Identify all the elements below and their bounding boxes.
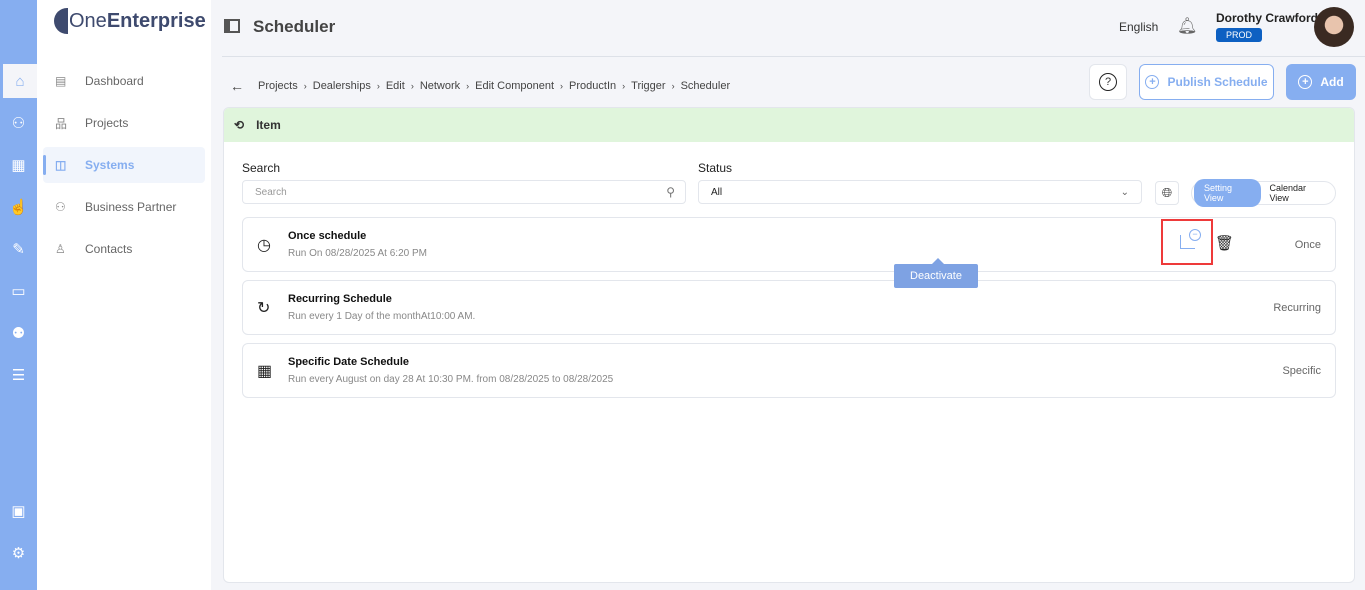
timezone-globe-button[interactable]: 🌐︎: [1155, 181, 1179, 205]
schedule-name: Once schedule: [288, 230, 366, 242]
search-icon: ⚲: [666, 185, 675, 199]
systems-icon: ◫: [55, 158, 71, 172]
search-input[interactable]: Search ⚲: [242, 180, 686, 204]
calendar-view-tab[interactable]: Calendar View: [1261, 179, 1333, 207]
breadcrumb-item[interactable]: Trigger: [631, 80, 665, 92]
sidebar-item-label: Projects: [85, 116, 128, 130]
sidebar-item-systems[interactable]: ◫ Systems: [43, 147, 205, 183]
calendar-icon: ▦: [257, 361, 272, 381]
sidebar-item-dashboard[interactable]: ▤ Dashboard: [43, 63, 205, 99]
recurring-icon: ↻: [257, 298, 270, 318]
monitor-icon[interactable]: ▭: [0, 274, 37, 308]
schedule-description: Run On 08/28/2025 At 6:20 PM: [288, 248, 427, 259]
schedule-row[interactable]: ↻ Recurring Schedule Run every 1 Day of …: [242, 280, 1336, 335]
add-label: Add: [1320, 75, 1343, 89]
logo-text-bold: Enterprise: [107, 10, 206, 33]
sidebar-item-business-partner[interactable]: ⚇ Business Partner: [43, 189, 205, 225]
apps-icon[interactable]: ▣: [0, 494, 37, 528]
touch-icon[interactable]: ☝: [0, 190, 37, 224]
deactivate-icon[interactable]: [1180, 235, 1195, 249]
card-title: Item: [256, 118, 281, 132]
breadcrumb: ← Projects› Dealerships› Edit› Network› …: [230, 78, 730, 94]
schedule-type: Specific: [1282, 365, 1321, 377]
partners-icon: ⚇: [55, 200, 71, 214]
status-label: Status: [698, 161, 732, 175]
top-header: Scheduler English 🔔︎ Dorothy Crawford PR…: [222, 0, 1365, 57]
schedule-type: Recurring: [1273, 302, 1321, 314]
sidebar-item-label: Dashboard: [85, 74, 144, 88]
trash-icon[interactable]: 🗑︎: [1215, 234, 1234, 252]
sidebar: OneEnterprise ▤ Dashboard 品 Projects ◫ Syst…: [37, 0, 211, 590]
help-button[interactable]: ?: [1089, 64, 1127, 100]
breadcrumb-item[interactable]: Projects: [258, 80, 298, 92]
sidebar-item-label: Systems: [85, 158, 134, 172]
scheduler-card: ⟲ Item Search Search ⚲ Status All ⌄ 🌐︎ Sett…: [223, 107, 1355, 583]
help-icon: ?: [1099, 73, 1117, 91]
breadcrumb-item[interactable]: Edit Component: [475, 80, 554, 92]
status-value: All: [711, 187, 722, 198]
bell-icon[interactable]: 🔔︎: [1177, 16, 1197, 36]
logo: OneEnterprise: [54, 8, 206, 34]
env-badge: PROD: [1216, 28, 1262, 42]
card-header: ⟲ Item: [224, 108, 1354, 142]
dashboard-icon: ▤: [55, 74, 71, 88]
schedule-name: Specific Date Schedule: [288, 356, 409, 368]
settings-icon[interactable]: ⚙: [0, 536, 37, 570]
add-button[interactable]: + Add: [1286, 64, 1356, 100]
schedule-row[interactable]: ◷ Once schedule Run On 08/28/2025 At 6:2…: [242, 217, 1336, 272]
server-icon[interactable]: ☰: [0, 358, 37, 392]
plus-icon: +: [1145, 75, 1159, 89]
language-selector[interactable]: English: [1119, 20, 1158, 34]
icon-rail: ⌂ ⚇ ▦ ☝ ✎ ▭ ⚉ ☰ ▣ ⚙: [0, 0, 37, 590]
users-icon[interactable]: ⚇: [0, 106, 37, 140]
publish-schedule-button[interactable]: + Publish Schedule: [1139, 64, 1274, 100]
breadcrumb-item[interactable]: Network: [420, 80, 460, 92]
schedule-row[interactable]: ▦ Specific Date Schedule Run every Augus…: [242, 343, 1336, 398]
sidebar-toggle-icon[interactable]: [224, 19, 240, 33]
user-name: Dorothy Crawford: [1216, 11, 1318, 25]
sidebar-item-contacts[interactable]: ♙ Contacts: [43, 231, 205, 267]
item-icon: ⟲: [234, 118, 244, 132]
home-icon[interactable]: ⌂: [0, 64, 37, 98]
back-arrow-icon[interactable]: ←: [230, 78, 244, 94]
avatar[interactable]: [1314, 7, 1354, 47]
schedule-type: Once: [1295, 239, 1321, 251]
schedule-name: Recurring Schedule: [288, 293, 392, 305]
publish-label: Publish Schedule: [1167, 75, 1267, 89]
logo-text: One: [69, 10, 107, 33]
search-label: Search: [242, 161, 280, 175]
view-toggle: Setting ViewCalendar View: [1191, 181, 1336, 205]
breadcrumb-item[interactable]: Edit: [386, 80, 405, 92]
person-icon: ♙: [55, 242, 71, 256]
status-select[interactable]: All ⌄: [698, 180, 1142, 204]
sidebar-item-projects[interactable]: 品 Projects: [43, 105, 205, 141]
globe-icon: 🌐︎: [1162, 185, 1172, 201]
breadcrumb-item[interactable]: Dealerships: [313, 80, 371, 92]
brush-icon[interactable]: ✎: [0, 232, 37, 266]
schedule-description: Run every 1 Day of the monthAt10:00 AM.: [288, 311, 475, 322]
hierarchy-icon: 品: [55, 115, 71, 132]
sidebar-item-label: Contacts: [85, 242, 132, 256]
setting-view-tab[interactable]: Setting View: [1194, 179, 1261, 207]
chevron-down-icon: ⌄: [1121, 187, 1129, 198]
page-title: Scheduler: [253, 17, 335, 37]
breadcrumb-item-current: Scheduler: [681, 80, 731, 92]
deactivate-tooltip: Deactivate: [894, 264, 978, 288]
plus-icon: +: [1298, 75, 1312, 89]
store-icon[interactable]: ▦: [0, 148, 37, 182]
search-placeholder: Search: [255, 187, 287, 198]
clock-icon: ◷: [257, 235, 271, 255]
people-icon[interactable]: ⚉: [0, 316, 37, 350]
sidebar-item-label: Business Partner: [85, 200, 176, 214]
breadcrumb-item[interactable]: ProductIn: [569, 80, 616, 92]
schedule-description: Run every August on day 28 At 10:30 PM. …: [288, 374, 613, 385]
